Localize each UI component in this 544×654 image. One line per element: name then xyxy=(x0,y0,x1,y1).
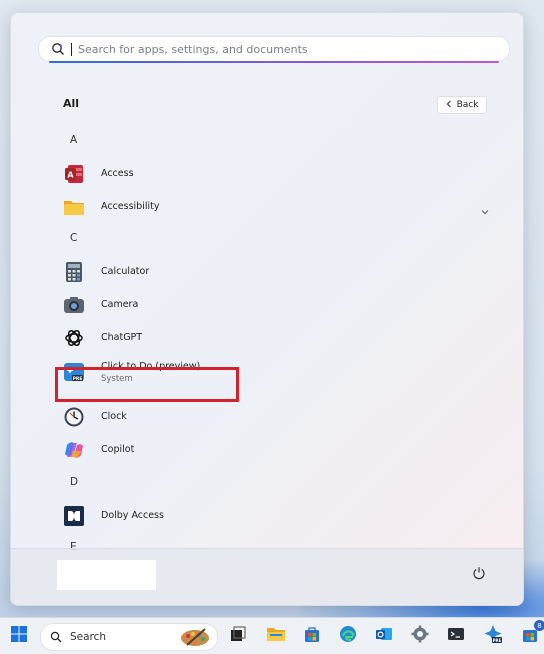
app-name: Calculator xyxy=(101,266,150,277)
app-list[interactable]: A A Access Accessibility C Calculator Ca… xyxy=(55,127,505,553)
app-item-clock[interactable]: Clock xyxy=(59,400,499,433)
outlook-icon xyxy=(375,625,393,647)
app-name: Copilot xyxy=(101,444,135,455)
copilot-icon xyxy=(63,439,85,461)
letter-header-c[interactable]: C xyxy=(70,232,77,244)
start-menu-footer xyxy=(11,548,523,605)
chevron-left-icon xyxy=(446,100,452,111)
app-item-camera[interactable]: Camera xyxy=(59,288,499,321)
user-account-redacted[interactable] xyxy=(57,560,156,590)
settings-button[interactable] xyxy=(408,624,432,648)
letter-header-a[interactable]: A xyxy=(70,134,77,146)
edge-button[interactable] xyxy=(336,624,360,648)
file-explorer-icon xyxy=(266,625,286,647)
start-menu: All Back A A Access xyxy=(10,12,524,606)
terminal-button[interactable] xyxy=(444,624,468,648)
task-view-icon xyxy=(229,625,247,647)
microsoft-store-button[interactable] xyxy=(300,624,324,648)
app-item-dolby-access[interactable]: Dolby Access xyxy=(59,499,499,532)
notification-badge: 8 xyxy=(534,620,544,631)
app-item-chatgpt[interactable]: ChatGPT xyxy=(59,321,499,354)
page-title: All xyxy=(63,97,80,110)
power-button[interactable] xyxy=(469,564,489,584)
chatgpt-icon xyxy=(63,327,85,349)
start-button[interactable] xyxy=(7,624,31,648)
app-name: ChatGPT xyxy=(101,332,143,343)
access-icon: A xyxy=(63,163,85,185)
click-to-do-icon: PRE xyxy=(483,624,503,648)
dolby-icon xyxy=(63,505,85,527)
app-name: Accessibility xyxy=(101,201,160,212)
app-item-access[interactable]: A Access xyxy=(59,157,499,190)
letter-header-d[interactable]: D xyxy=(70,476,78,488)
back-button[interactable]: Back xyxy=(437,96,487,114)
task-view-button[interactable] xyxy=(226,624,250,648)
app-name: Clock xyxy=(101,411,127,422)
svg-text:A: A xyxy=(67,170,74,179)
search-box[interactable] xyxy=(38,36,510,63)
calculator-icon xyxy=(63,261,85,283)
edge-icon xyxy=(339,625,357,647)
file-explorer-button[interactable] xyxy=(264,624,288,648)
gear-icon xyxy=(411,625,429,647)
app-name: Access xyxy=(101,168,134,179)
highlight-box xyxy=(55,367,239,402)
outlook-button[interactable] xyxy=(372,624,396,648)
app-item-accessibility[interactable]: Accessibility xyxy=(59,190,499,223)
click-to-do-taskbar-button[interactable]: PRE xyxy=(481,624,505,648)
chevron-down-icon[interactable] xyxy=(481,200,489,219)
search-icon xyxy=(49,40,67,58)
power-icon xyxy=(472,565,486,584)
app-name: Camera xyxy=(101,299,139,310)
app-item-copilot[interactable]: Copilot xyxy=(59,433,499,466)
store-updates-button[interactable]: 8 xyxy=(518,620,544,648)
back-label: Back xyxy=(456,100,479,110)
windows-logo-icon xyxy=(10,625,28,647)
taskbar-search[interactable]: Search xyxy=(40,623,218,651)
text-caret xyxy=(71,42,72,56)
terminal-icon xyxy=(447,625,465,647)
app-item-calculator[interactable]: Calculator xyxy=(59,255,499,288)
taskbar: Search PRE 8 xyxy=(0,617,544,654)
store-icon xyxy=(303,625,321,647)
taskbar-search-label: Search xyxy=(70,631,107,643)
svg-text:PRE: PRE xyxy=(493,638,502,643)
clock-icon xyxy=(63,406,85,428)
search-icon xyxy=(50,631,62,643)
app-name: Dolby Access xyxy=(101,510,164,521)
palette-icon xyxy=(179,626,211,652)
folder-icon xyxy=(63,196,85,218)
search-input[interactable] xyxy=(76,41,509,57)
camera-icon xyxy=(63,294,85,316)
